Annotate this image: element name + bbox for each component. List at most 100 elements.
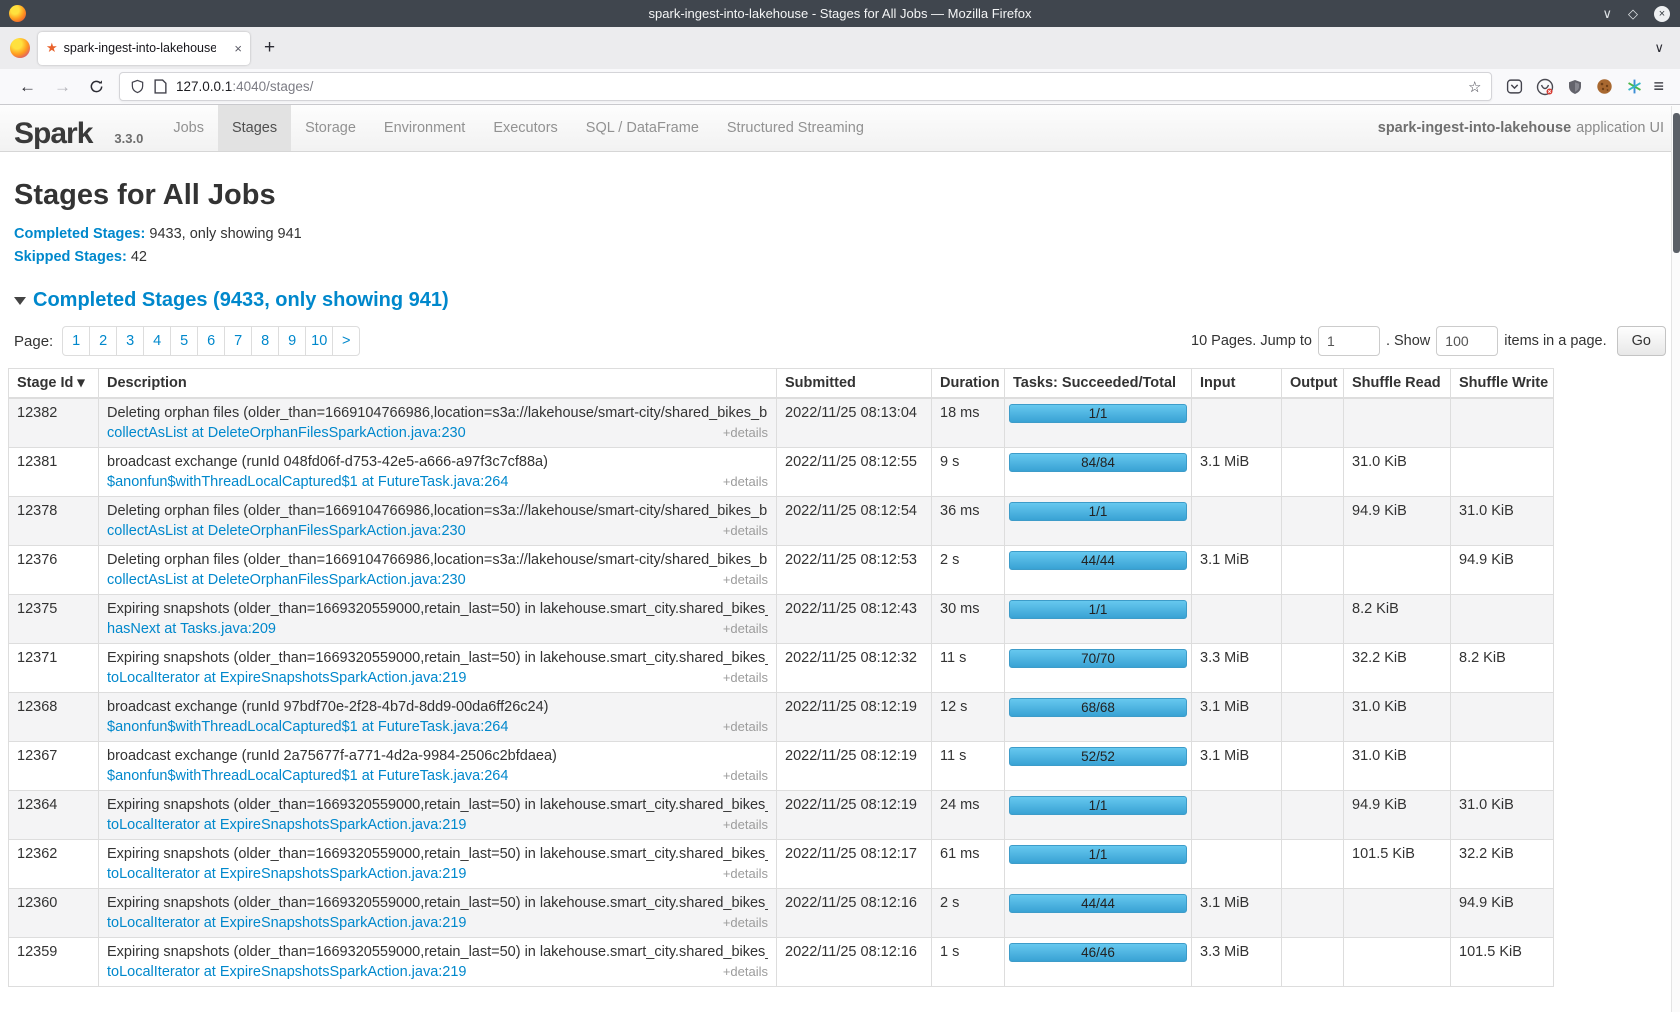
details-toggle[interactable]: +details — [723, 522, 768, 540]
reload-button[interactable] — [80, 79, 113, 94]
duration-cell: 11 s — [932, 742, 1005, 791]
stage-detail-link[interactable]: $anonfun$withThreadLocalCaptured$1 at Fu… — [107, 473, 508, 491]
details-toggle[interactable]: +details — [723, 424, 768, 442]
shuffle-read-cell: 94.9 KiB — [1344, 791, 1451, 840]
bookmark-star-icon[interactable]: ☆ — [1468, 78, 1481, 96]
details-toggle[interactable]: +details — [723, 620, 768, 638]
description-cell: Expiring snapshots (older_than=166932055… — [99, 595, 777, 644]
scrollbar-thumb[interactable] — [1673, 113, 1680, 253]
shuffle-write-cell: 31.0 KiB — [1451, 791, 1554, 840]
jump-to-page-input[interactable] — [1318, 326, 1380, 356]
items-per-page-input[interactable] — [1436, 326, 1498, 356]
table-row: 12368 broadcast exchange (runId 97bdf70e… — [9, 693, 1554, 742]
page-button-7[interactable]: 7 — [224, 326, 252, 356]
url-text[interactable]: 127.0.0.1:4040/stages/ — [176, 79, 1468, 94]
ublock-shield-icon[interactable] — [1567, 79, 1583, 95]
details-toggle[interactable]: +details — [723, 914, 768, 932]
page-button-5[interactable]: 5 — [170, 326, 198, 356]
page-button-6[interactable]: 6 — [197, 326, 225, 356]
list-all-tabs-icon[interactable]: ∨ — [1654, 40, 1664, 56]
column-header[interactable]: Shuffle Read — [1344, 369, 1451, 399]
browser-tab[interactable]: ★ spark-ingest-into-lakehouse × — [38, 32, 250, 65]
skipped-stages-value: 42 — [131, 249, 147, 265]
extension-asterisk-icon[interactable] — [1626, 78, 1643, 95]
stage-detail-link[interactable]: toLocalIterator at ExpireSnapshotsSparkA… — [107, 669, 467, 687]
page-button-9[interactable]: 9 — [278, 326, 306, 356]
page-scrollbar[interactable] — [1671, 106, 1680, 1012]
stage-detail-link[interactable]: collectAsList at DeleteOrphanFilesSparkA… — [107, 424, 466, 442]
nav-item-environment[interactable]: Environment — [370, 105, 479, 151]
back-button[interactable]: ← — [10, 77, 45, 97]
window-minimize-button[interactable]: ∨ — [1602, 7, 1612, 20]
stage-detail-link[interactable]: collectAsList at DeleteOrphanFilesSparkA… — [107, 522, 466, 540]
column-header[interactable]: Stage Id ▾ — [9, 369, 99, 399]
url-bar[interactable]: 127.0.0.1:4040/stages/ ☆ — [119, 72, 1492, 101]
stage-detail-link[interactable]: $anonfun$withThreadLocalCaptured$1 at Fu… — [107, 718, 508, 736]
column-header[interactable]: Description — [99, 369, 777, 399]
details-toggle[interactable]: +details — [723, 816, 768, 834]
column-header[interactable]: Output — [1282, 369, 1344, 399]
pocket-icon[interactable] — [1506, 78, 1523, 95]
nav-item-executors[interactable]: Executors — [479, 105, 571, 151]
column-header[interactable]: Input — [1192, 369, 1282, 399]
page-title: Stages for All Jobs — [14, 179, 1672, 212]
new-tab-button[interactable]: + — [264, 37, 275, 59]
stage-detail-link[interactable]: collectAsList at DeleteOrphanFilesSparkA… — [107, 571, 466, 589]
stage-detail-link[interactable]: toLocalIterator at ExpireSnapshotsSparkA… — [107, 914, 467, 932]
tasks-cell: 1/1 — [1005, 595, 1192, 644]
window-maximize-button[interactable]: ◇ — [1628, 7, 1638, 20]
stage-detail-link[interactable]: $anonfun$withThreadLocalCaptured$1 at Fu… — [107, 767, 508, 785]
column-header[interactable]: Duration — [932, 369, 1005, 399]
forward-button[interactable]: → — [45, 77, 80, 97]
input-cell — [1192, 497, 1282, 546]
page-button-10[interactable]: 10 — [305, 326, 333, 356]
table-row: 12378 Deleting orphan files (older_than=… — [9, 497, 1554, 546]
table-row: 12371 Expiring snapshots (older_than=166… — [9, 644, 1554, 693]
duration-cell: 61 ms — [932, 840, 1005, 889]
column-header[interactable]: Submitted — [777, 369, 932, 399]
details-toggle[interactable]: +details — [723, 865, 768, 883]
details-toggle[interactable]: +details — [723, 473, 768, 491]
details-toggle[interactable]: +details — [723, 963, 768, 981]
menu-hamburger-icon[interactable]: ≡ — [1649, 76, 1670, 97]
column-header[interactable]: Tasks: Succeeded/Total — [1005, 369, 1192, 399]
output-cell — [1282, 742, 1344, 791]
column-header[interactable]: Shuffle Write — [1451, 369, 1554, 399]
skipped-stages-link[interactable]: Skipped Stages: — [14, 249, 127, 265]
nav-item-storage[interactable]: Storage — [291, 105, 370, 151]
stage-detail-link[interactable]: hasNext at Tasks.java:209 — [107, 620, 276, 638]
page-info-icon[interactable] — [154, 79, 167, 94]
page-button-4[interactable]: 4 — [143, 326, 171, 356]
page-button-3[interactable]: 3 — [116, 326, 144, 356]
stage-detail-link[interactable]: toLocalIterator at ExpireSnapshotsSparkA… — [107, 865, 467, 883]
cookie-icon[interactable] — [1596, 78, 1613, 95]
stage-detail-link[interactable]: toLocalIterator at ExpireSnapshotsSparkA… — [107, 963, 467, 981]
details-toggle[interactable]: +details — [723, 669, 768, 687]
window-close-button[interactable]: × — [1654, 6, 1670, 22]
containers-icon[interactable] — [1536, 78, 1554, 96]
stage-description: Deleting orphan files (older_than=166910… — [107, 551, 768, 569]
spark-logo[interactable]: Spark 3.3.0 — [0, 105, 159, 151]
shuffle-read-cell: 31.0 KiB — [1344, 742, 1451, 791]
page-button-1[interactable]: 1 — [62, 326, 90, 356]
tab-close-icon[interactable]: × — [234, 41, 242, 56]
page-button-2[interactable]: 2 — [89, 326, 117, 356]
details-toggle[interactable]: +details — [723, 718, 768, 736]
nav-item-structured-streaming[interactable]: Structured Streaming — [713, 105, 878, 151]
details-toggle[interactable]: +details — [723, 571, 768, 589]
go-button[interactable]: Go — [1617, 326, 1666, 356]
firefox-view-icon[interactable] — [10, 38, 30, 58]
tracking-shield-icon[interactable] — [130, 79, 145, 94]
completed-stages-section-toggle[interactable]: Completed Stages (9433, only showing 941… — [14, 289, 1672, 312]
nav-item-stages[interactable]: Stages — [218, 105, 291, 151]
stage-detail-link[interactable]: toLocalIterator at ExpireSnapshotsSparkA… — [107, 816, 467, 834]
nav-item-jobs[interactable]: Jobs — [159, 105, 218, 151]
page-button->[interactable]: > — [332, 326, 360, 356]
stage-id-cell: 12381 — [9, 448, 99, 497]
submitted-cell: 2022/11/25 08:12:55 — [777, 448, 932, 497]
nav-item-sql-dataframe[interactable]: SQL / DataFrame — [572, 105, 713, 151]
completed-stages-link[interactable]: Completed Stages: — [14, 226, 145, 242]
page-button-8[interactable]: 8 — [251, 326, 279, 356]
details-toggle[interactable]: +details — [723, 767, 768, 785]
input-cell: 3.3 MiB — [1192, 938, 1282, 987]
